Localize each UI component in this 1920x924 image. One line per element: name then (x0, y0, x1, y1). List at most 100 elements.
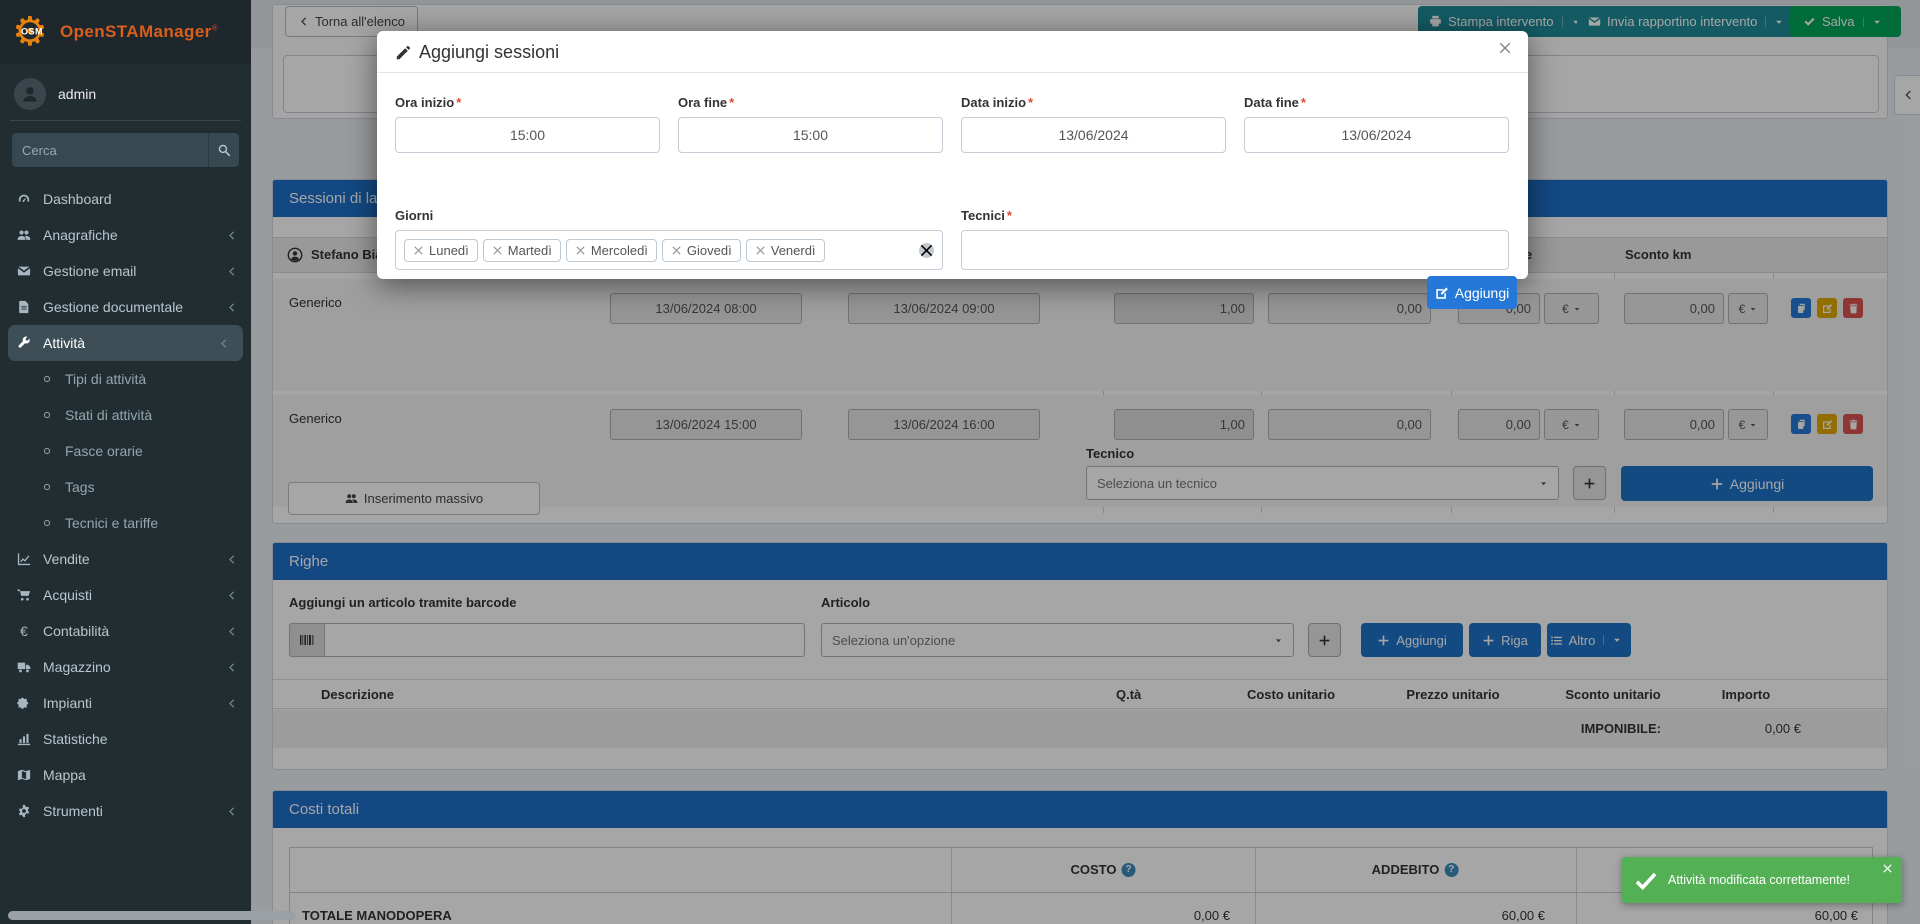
user-name: admin (58, 86, 96, 102)
sidebar-item-icon (14, 588, 34, 602)
giorno-tag[interactable]: Martedì (483, 239, 561, 262)
success-toast[interactable]: Attività modificata correttamente! (1622, 857, 1902, 903)
remove-tag-icon[interactable] (755, 245, 766, 256)
chevron-left-icon (226, 590, 237, 601)
sidebar-item-icon (38, 481, 56, 493)
sidebar-item[interactable]: Tags (0, 469, 251, 505)
sidebar-item-icon (38, 409, 56, 421)
chevron-left-icon (226, 698, 237, 709)
sidebar-item-label: Attività (43, 335, 85, 351)
sidebar-item-icon (14, 228, 34, 242)
sidebar-item[interactable]: Fasce orarie (0, 433, 251, 469)
search-icon[interactable] (208, 133, 239, 167)
sidebar-menu: Dashboard Anagrafiche Gestione email (0, 181, 251, 829)
add-sessions-modal: Aggiungi sessioni Ora inizio Ora fine Da… (377, 31, 1528, 279)
sidebar-item[interactable]: Anagrafiche (0, 217, 251, 253)
search-input[interactable] (12, 133, 208, 167)
osm-gear-icon: ⚙ OSM (12, 12, 52, 52)
giorno-tag[interactable]: Giovedì (662, 239, 741, 262)
sidebar-item[interactable]: Strumenti (0, 793, 251, 829)
sidebar-item-icon: € (14, 623, 34, 639)
sidebar-item[interactable]: Gestione documentale (0, 289, 251, 325)
sidebar-item-label: Fasce orarie (65, 443, 143, 459)
sidebar-item-label: Impianti (43, 695, 92, 711)
clear-tags-icon[interactable] (919, 243, 934, 258)
app-root: ⚙ OSM OpenSTAManager® admin Dashboard (0, 0, 1920, 924)
sidebar-item-label: Mappa (43, 767, 86, 783)
sidebar-item-icon (14, 732, 34, 746)
data-inizio-input[interactable] (961, 117, 1226, 153)
chevron-left-icon (226, 626, 237, 637)
sidebar-item-label: Gestione documentale (43, 299, 183, 315)
sidebar-item[interactable]: Acquisti (0, 577, 251, 613)
remove-tag-icon[interactable] (492, 245, 503, 256)
data-fine-input[interactable] (1244, 117, 1509, 153)
divider (10, 120, 241, 121)
chevron-left-icon (226, 302, 237, 313)
sidebar-search (12, 133, 239, 167)
sidebar-item-icon (14, 660, 34, 674)
ora-inizio-input[interactable] (395, 117, 660, 153)
sidebar-item[interactable]: Statistiche (0, 721, 251, 757)
sidebar-item-icon (14, 336, 34, 350)
remove-tag-icon[interactable] (413, 245, 424, 256)
remove-tag-icon[interactable] (575, 245, 586, 256)
sidebar-item[interactable]: € Contabilità (0, 613, 251, 649)
giorno-tag[interactable]: Lunedì (404, 239, 478, 262)
giorni-label: Giorni (395, 208, 433, 223)
sidebar-item-icon (14, 552, 34, 566)
data-fine-label: Data fine (1244, 95, 1306, 110)
horizontal-scrollbar[interactable] (8, 911, 296, 920)
ora-fine-input[interactable] (678, 117, 943, 153)
sidebar-item-label: Tags (65, 479, 95, 495)
sidebar-item-label: Acquisti (43, 587, 92, 603)
pencil-icon (395, 45, 411, 61)
sidebar-item-icon (38, 517, 56, 529)
modal-header: Aggiungi sessioni (377, 31, 1528, 73)
remove-tag-icon[interactable] (671, 245, 682, 256)
close-icon[interactable] (1882, 863, 1893, 874)
sidebar-item-icon (14, 804, 34, 818)
check-icon (1634, 868, 1658, 892)
modal-title: Aggiungi sessioni (395, 42, 559, 63)
sidebar-item[interactable]: Tipi di attività (0, 361, 251, 397)
chevron-left-icon (226, 554, 237, 565)
sidebar-item-icon (38, 373, 56, 385)
tecnici-input[interactable] (961, 230, 1509, 270)
chevron-left-icon (218, 338, 229, 349)
sidebar-item-icon (14, 192, 34, 206)
sidebar-item[interactable]: Attività (8, 325, 243, 361)
sidebar-item[interactable]: Impianti (0, 685, 251, 721)
sidebar-item-label: Magazzino (43, 659, 111, 675)
logo[interactable]: ⚙ OSM OpenSTAManager® (0, 0, 251, 64)
giorno-tag[interactable]: Venerdì (746, 239, 825, 262)
giorno-tag[interactable]: Mercoledì (566, 239, 657, 262)
sidebar-item-label: Dashboard (43, 191, 112, 207)
toast-message: Attività modificata correttamente! (1668, 873, 1850, 887)
sidebar-item-label: Anagrafiche (43, 227, 118, 243)
sidebar-item[interactable]: Vendite (0, 541, 251, 577)
sidebar-item[interactable]: Dashboard (0, 181, 251, 217)
modal-aggiungi-button[interactable]: Aggiungi (1427, 276, 1517, 309)
sidebar-item[interactable]: Magazzino (0, 649, 251, 685)
chevron-left-icon (226, 806, 237, 817)
brand-title: OpenSTAManager® (60, 22, 218, 42)
sidebar-item[interactable]: Gestione email (0, 253, 251, 289)
sidebar-item[interactable]: Tecnici e tariffe (0, 505, 251, 541)
sidebar-item-icon (14, 696, 34, 710)
chevron-left-icon (226, 230, 237, 241)
sidebar-item-label: Tecnici e tariffe (65, 515, 158, 531)
giorni-tags-field[interactable]: Lunedì Martedì Mercoledì Giovedì (395, 230, 943, 270)
sidebar-item[interactable]: Stati di attività (0, 397, 251, 433)
sidebar-item-label: Tipi di attività (65, 371, 146, 387)
chevron-left-icon (226, 662, 237, 673)
sidebar-item-icon (14, 300, 34, 314)
sidebar-item-label: Statistiche (43, 731, 108, 747)
sidebar: ⚙ OSM OpenSTAManager® admin Dashboard (0, 0, 251, 924)
user-panel: admin (0, 64, 251, 120)
sidebar-item-icon (14, 768, 34, 782)
ora-inizio-label: Ora inizio (395, 95, 461, 110)
sidebar-item[interactable]: Mappa (0, 757, 251, 793)
close-icon[interactable] (1498, 41, 1512, 55)
chevron-left-icon (226, 266, 237, 277)
